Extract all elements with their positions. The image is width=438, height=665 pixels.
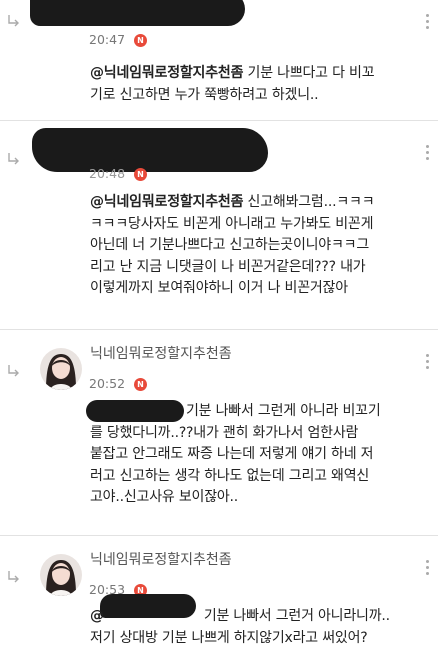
mention[interactable]: @ (90, 608, 104, 624)
avatar[interactable] (40, 554, 82, 596)
kebab-menu-icon[interactable] (426, 560, 430, 578)
mention[interactable]: @닉네임뭐로정할지추천좀 (90, 194, 243, 210)
reply-arrow-icon (8, 15, 19, 27)
avatar[interactable] (40, 348, 82, 390)
comment-body: @ 기분 나빠서 그런거 아니라니까.. 저기 상대방 기분 나쁘게 하지않기x라… (90, 608, 390, 646)
redacted-avatar-nickname (30, 0, 245, 26)
new-badge-icon: N (134, 378, 147, 391)
comment-body: @닉네임뭐로정할지추천좀 기분 나쁘다고 다 비꼬 기로 신고하면 누가 쭉빵하… (90, 65, 375, 103)
reply-arrow-icon (8, 571, 19, 583)
comment-time: 20:52 (89, 376, 126, 391)
reply-item: 닉네임뭐로정할지추천좀 20:52 N 기분 나빠서 그런게 아니라 비꼬기 를… (0, 330, 438, 535)
kebab-menu-icon[interactable] (426, 354, 430, 372)
new-badge-icon: N (134, 168, 147, 181)
redacted-avatar-nickname (32, 128, 268, 172)
comment-body: @닉네임뭐로정할지추천좀 신고해봐그럼...ㅋㅋㅋ ㅋㅋㅋ당사자도 비꼰게 아니… (90, 194, 375, 296)
reply-arrow-icon (8, 365, 19, 377)
nickname[interactable]: 닉네임뭐로정할지추천좀 (90, 549, 232, 569)
mention[interactable]: @닉네임뭐로정할지추천좀 (90, 65, 243, 81)
reply-arrow-icon (8, 153, 19, 165)
new-badge-icon: N (134, 34, 147, 47)
comment-time: 20:48 (89, 166, 126, 181)
reply-item: 닉네임뭐로정할지추천좀 20:53 N @ 기분 나빠서 그런거 아니라니까.. … (0, 536, 438, 665)
nickname[interactable]: 닉네임뭐로정할지추천좀 (90, 343, 232, 363)
reply-item: 20:48 N @닉네임뭐로정할지추천좀 신고해봐그럼...ㅋㅋㅋ ㅋㅋㅋ당사자… (0, 121, 438, 329)
kebab-menu-icon[interactable] (426, 14, 430, 32)
reply-item: 20:47 N @닉네임뭐로정할지추천좀 기분 나쁘다고 다 비꼬 기로 신고하… (0, 0, 438, 120)
comment-time: 20:47 (89, 32, 126, 47)
kebab-menu-icon[interactable] (426, 145, 430, 163)
comment-body: 기분 나빠서 그런게 아니라 비꼬기 를 당했다니까..??내가 괜히 화가나서… (90, 403, 381, 505)
